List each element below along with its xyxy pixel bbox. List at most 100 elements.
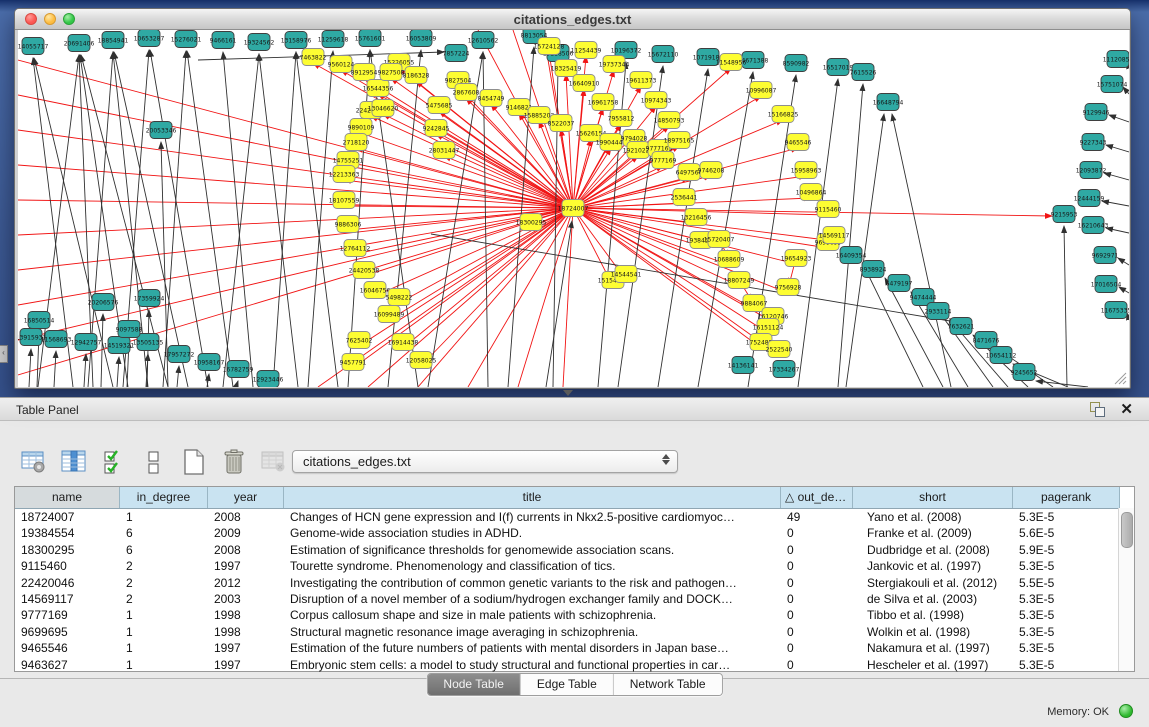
table-cell[interactable]: 14569117: [15, 591, 120, 607]
table-cell[interactable]: Embryonic stem cells: a model to study s…: [284, 657, 781, 673]
column-header-title[interactable]: title: [284, 487, 781, 508]
table-cell[interactable]: Changes of HCN gene expression and I(f) …: [284, 509, 781, 525]
table-cell[interactable]: 5.3E-5: [1013, 607, 1120, 623]
table-cell[interactable]: 1997: [208, 640, 284, 656]
window-resize-grip-icon[interactable]: [1115, 373, 1126, 384]
table-scrollbar[interactable]: [1118, 508, 1134, 671]
network-view-window[interactable]: citations_edges.txt 14055717206914061885…: [14, 8, 1131, 389]
unselect-all-icon[interactable]: [140, 449, 167, 476]
table-cell[interactable]: 1997: [208, 657, 284, 673]
float-panel-icon[interactable]: [1090, 402, 1105, 417]
table-cell[interactable]: Estimation of significance thresholds fo…: [284, 542, 781, 558]
panel-splitter-icon[interactable]: [563, 390, 573, 396]
tab-network-table[interactable]: Network Table: [614, 674, 722, 695]
table-cell[interactable]: 2: [120, 591, 208, 607]
column-header-in_degree[interactable]: in_degree: [120, 487, 208, 508]
table-cell[interactable]: Jankovic et al. (1997): [853, 558, 1013, 574]
collapse-panel-handle[interactable]: ‹: [0, 345, 8, 363]
table-mode-icon[interactable]: [20, 449, 47, 476]
table-body[interactable]: 1872400712008Changes of HCN gene express…: [15, 509, 1134, 673]
table-cell[interactable]: 1998: [208, 607, 284, 623]
column-header-short[interactable]: short: [853, 487, 1013, 508]
table-cell[interactable]: 0: [781, 542, 853, 558]
select-all-icon[interactable]: [100, 449, 127, 476]
table-cell[interactable]: Estimation of the future numbers of pati…: [284, 640, 781, 656]
table-cell[interactable]: 0: [781, 624, 853, 640]
table-cell[interactable]: 0: [781, 558, 853, 574]
table-cell[interactable]: 0: [781, 657, 853, 673]
node-table[interactable]: namein_degreeyeartitle△ out_de…shortpage…: [14, 486, 1135, 672]
table-cell[interactable]: 0: [781, 525, 853, 541]
column-header-out_de[interactable]: △ out_de…: [781, 487, 853, 508]
table-cell[interactable]: 5.3E-5: [1013, 591, 1120, 607]
table-row[interactable]: 1830029562008Estimation of significance …: [15, 542, 1134, 558]
table-cell[interactable]: 18300295: [15, 542, 120, 558]
table-cell[interactable]: 5.3E-5: [1013, 640, 1120, 656]
delete-column-icon[interactable]: [220, 449, 247, 476]
table-cell[interactable]: Nakamura et al. (1997): [853, 640, 1013, 656]
table-row[interactable]: 977716911998Corpus callosum shape and si…: [15, 607, 1134, 623]
table-row[interactable]: 946362711997Embryonic stem cells: a mode…: [15, 657, 1134, 673]
table-cell[interactable]: 6: [120, 542, 208, 558]
table-cell[interactable]: Franke et al. (2009): [853, 525, 1013, 541]
table-cell[interactable]: Structural magnetic resonance image aver…: [284, 624, 781, 640]
table-tabs[interactable]: Node TableEdge TableNetwork Table: [426, 673, 722, 696]
table-cell[interactable]: 1: [120, 640, 208, 656]
table-cell[interactable]: Investigating the contribution of common…: [284, 575, 781, 591]
table-row[interactable]: 911546021997Tourette syndrome. Phenomeno…: [15, 558, 1134, 574]
table-cell[interactable]: 2008: [208, 509, 284, 525]
table-cell[interactable]: Genome-wide association studies in ADHD.: [284, 525, 781, 541]
table-cell[interactable]: 5.3E-5: [1013, 509, 1120, 525]
table-cell[interactable]: Corpus callosum shape and size in male p…: [284, 607, 781, 623]
table-cell[interactable]: Wolkin et al. (1998): [853, 624, 1013, 640]
table-cell[interactable]: 5.3E-5: [1013, 558, 1120, 574]
tab-edge-table[interactable]: Edge Table: [521, 674, 614, 695]
table-cell[interactable]: 5.5E-5: [1013, 575, 1120, 591]
table-cell[interactable]: 6: [120, 525, 208, 541]
table-cell[interactable]: 22420046: [15, 575, 120, 591]
table-cell[interactable]: 0: [781, 591, 853, 607]
table-cell[interactable]: 2008: [208, 542, 284, 558]
table-cell[interactable]: 9115460: [15, 558, 120, 574]
table-row[interactable]: 2242004622012Investigating the contribut…: [15, 575, 1134, 591]
table-cell[interactable]: 5.3E-5: [1013, 624, 1120, 640]
table-cell[interactable]: Hescheler et al. (1997): [853, 657, 1013, 673]
show-columns-icon[interactable]: [60, 449, 87, 476]
table-scrollbar-thumb[interactable]: [1121, 512, 1133, 548]
network-window-titlebar[interactable]: citations_edges.txt: [15, 9, 1130, 30]
table-row[interactable]: 1872400712008Changes of HCN gene express…: [15, 509, 1134, 525]
table-cell[interactable]: 1: [120, 607, 208, 623]
table-cell[interactable]: 0: [781, 640, 853, 656]
table-cell[interactable]: 0: [781, 607, 853, 623]
table-cell[interactable]: 49: [781, 509, 853, 525]
column-header-year[interactable]: year: [208, 487, 284, 508]
table-cell[interactable]: 1998: [208, 624, 284, 640]
network-canvas[interactable]: 1405571720691406188549411065328715276021…: [18, 30, 1129, 387]
network-graph[interactable]: 1405571720691406188549411065328715276021…: [18, 30, 1129, 387]
table-cell[interactable]: 9465546: [15, 640, 120, 656]
table-cell[interactable]: 0: [781, 575, 853, 591]
table-cell[interactable]: Dudbridge et al. (2008): [853, 542, 1013, 558]
table-cell[interactable]: 18724007: [15, 509, 120, 525]
table-cell[interactable]: 2: [120, 558, 208, 574]
new-column-icon[interactable]: [180, 449, 207, 476]
table-row[interactable]: 1456911722003Disruption of a novel membe…: [15, 591, 1134, 607]
table-cell[interactable]: Stergiakouli et al. (2012): [853, 575, 1013, 591]
table-cell[interactable]: 2003: [208, 591, 284, 607]
table-row[interactable]: 946554611997Estimation of the future num…: [15, 640, 1134, 656]
table-row[interactable]: 1938455462009Genome-wide association stu…: [15, 525, 1134, 541]
column-header-pagerank[interactable]: pagerank: [1013, 487, 1120, 508]
table-cell[interactable]: 1: [120, 509, 208, 525]
table-cell[interactable]: 19384554: [15, 525, 120, 541]
table-cell[interactable]: 1997: [208, 558, 284, 574]
table-cell[interactable]: 9777169: [15, 607, 120, 623]
table-row[interactable]: 969969511998Structural magnetic resonanc…: [15, 624, 1134, 640]
column-header-name[interactable]: name: [15, 487, 120, 508]
table-cell[interactable]: de Silva et al. (2003): [853, 591, 1013, 607]
tab-node-table[interactable]: Node Table: [427, 674, 521, 695]
table-cell[interactable]: Tibbo et al. (1998): [853, 607, 1013, 623]
table-cell[interactable]: 9699695: [15, 624, 120, 640]
table-cell[interactable]: 2: [120, 575, 208, 591]
table-select-dropdown[interactable]: citations_edges.txt: [292, 450, 678, 473]
table-cell[interactable]: 1: [120, 657, 208, 673]
